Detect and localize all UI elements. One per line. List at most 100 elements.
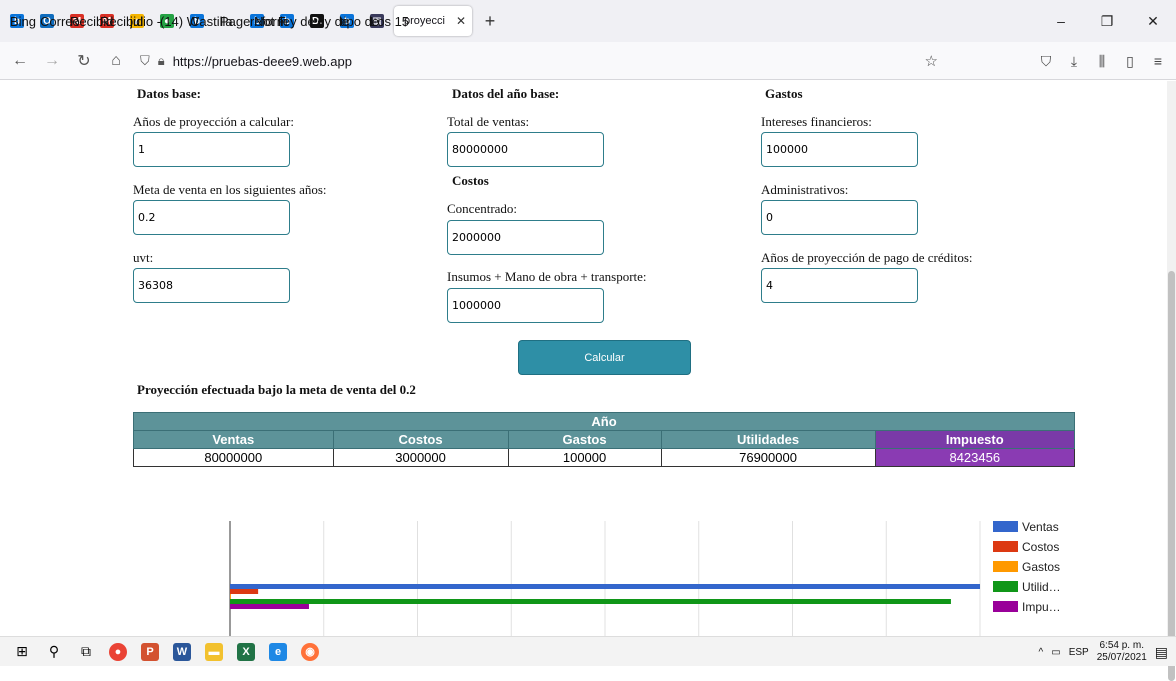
search-icon[interactable]: ⚲: [38, 637, 70, 667]
browser-tab[interactable]: b Bing: [0, 6, 37, 36]
tab-label: tipo de: [340, 13, 380, 29]
powerpoint-icon[interactable]: P: [134, 637, 166, 667]
projection-title: Proyección efectuada bajo la meta de ven…: [137, 382, 416, 397]
new-tab-icon[interactable]: +: [476, 11, 504, 32]
maximize-button[interactable]: ❐: [1084, 13, 1130, 30]
browser-nav-bar: ← → ↻ ⌂ ⛉ 🔒︎ https://pruebas-deee9.web.a…: [0, 42, 1176, 80]
insumos-label: Insumos + Mano de obra + transporte:: [447, 269, 647, 284]
gastos-heading: Gastos: [765, 86, 803, 101]
col-header-gastos: Gastos: [507, 430, 662, 449]
admin-input[interactable]: 0: [761, 200, 918, 235]
legend-label: Impu…: [1022, 600, 1061, 614]
page-scrollbar[interactable]: [1167, 81, 1176, 681]
bookmark-star-icon[interactable]: ☆: [925, 52, 938, 70]
notifications-icon[interactable]: ▤: [1155, 644, 1168, 661]
forward-icon[interactable]: →: [40, 52, 64, 70]
legend-label: Costos: [1022, 540, 1059, 554]
back-icon[interactable]: ←: [8, 52, 32, 70]
cell-utilidades: 76900000: [660, 448, 876, 467]
tab-label: Recibid: [100, 13, 144, 29]
word-icon[interactable]: W: [166, 637, 198, 667]
col-header-costos: Costos: [332, 430, 509, 449]
windows-taskbar: ⊞ ⚲ ⧉ ● P W ▬ X e ◉ ^ ▭ ESP 6:54 p. m. 2…: [0, 636, 1176, 666]
credit-years-input[interactable]: 4: [761, 268, 918, 303]
chrome-icon[interactable]: ●: [102, 637, 134, 667]
legend-label: Ventas: [1022, 520, 1059, 534]
shield-icon: ⛉: [140, 53, 150, 68]
years-projection-input[interactable]: 1: [133, 132, 290, 167]
costos-heading: Costos: [452, 173, 489, 188]
projection-bar-chart: Ventas Costos Gastos Utilid… Impu…: [229, 520, 1061, 636]
interest-input[interactable]: 100000: [761, 132, 918, 167]
excel-icon[interactable]: X: [230, 637, 262, 667]
base-year-heading: Datos del año base:: [452, 86, 560, 101]
col-header-ventas: Ventas: [133, 430, 334, 449]
tab-label: Los 15: [370, 13, 410, 29]
tab-label: Ley de: [310, 13, 350, 29]
language-indicator[interactable]: ESP: [1069, 647, 1089, 658]
download-icon[interactable]: ⤓: [1060, 53, 1088, 70]
legend-swatch: [993, 581, 1018, 592]
tab-label: Recibid: [70, 13, 114, 29]
col-header-utilidades: Utilidades: [660, 430, 876, 449]
legend-swatch: [993, 541, 1018, 552]
datos-base-heading: Datos base:: [137, 86, 201, 101]
close-window-button[interactable]: ✕: [1130, 13, 1176, 30]
windows-start-icon[interactable]: ⊞: [6, 637, 38, 667]
network-icon[interactable]: ▭: [1051, 647, 1060, 658]
legend-label: Utilid…: [1022, 580, 1061, 594]
interest-label: Intereses financieros:: [761, 114, 872, 129]
library-icon[interactable]: ⫼: [1088, 53, 1116, 70]
tab-label: proyecci: [404, 15, 445, 27]
cell-ventas: 80000000: [133, 448, 334, 467]
concentrado-input[interactable]: 2000000: [447, 220, 604, 255]
bar-1[interactable]: [230, 589, 259, 594]
lock-icon: 🔒︎: [157, 53, 165, 68]
firefox-icon[interactable]: ◉: [294, 637, 326, 667]
tab-label: (14) W: [160, 13, 199, 29]
tab-label: Castilla: [190, 13, 233, 29]
sidebar-icon[interactable]: ▯: [1116, 53, 1144, 70]
clock-date: 25/07/2021: [1096, 652, 1147, 663]
cell-impuesto: 8423456: [874, 448, 1076, 467]
reload-icon[interactable]: ↻: [72, 51, 96, 71]
task-view-icon[interactable]: ⧉: [70, 637, 102, 667]
minimize-button[interactable]: –: [1038, 13, 1084, 29]
tab-label: Page Not F: [220, 13, 286, 29]
menu-icon[interactable]: ≡: [1144, 53, 1172, 69]
bar-3[interactable]: [230, 599, 951, 604]
pocket-icon[interactable]: ⛉: [1032, 53, 1060, 70]
admin-label: Administrativos:: [761, 182, 849, 197]
window-controls: – ❐ ✕: [1038, 0, 1176, 42]
edge-icon[interactable]: e: [262, 637, 294, 667]
browser-tab-bar: b Bing O Correo M Recibid M Recibid ▲ julio - ● (14…: [0, 0, 1176, 42]
file-explorer-icon[interactable]: ▬: [198, 637, 230, 667]
bar-4[interactable]: [230, 604, 309, 609]
legend-swatch: [993, 601, 1018, 612]
table-row: 80000000 3000000 100000 76900000 8423456: [133, 448, 1076, 467]
total-sales-input[interactable]: 80000000: [447, 132, 604, 167]
bar-0[interactable]: [230, 584, 980, 589]
legend-swatch: [993, 521, 1018, 532]
scrollbar-thumb[interactable]: [1168, 271, 1175, 681]
system-tray: ^ ▭ ESP 6:54 p. m. 25/07/2021 ▤: [1039, 637, 1168, 667]
calculate-button[interactable]: Calcular: [518, 340, 691, 375]
tab-label: julio -: [130, 13, 162, 29]
clock[interactable]: 6:54 p. m. 25/07/2021: [1097, 640, 1147, 664]
sales-goal-input[interactable]: 0.2: [133, 200, 290, 235]
clock-time: 6:54 p. m.: [1099, 640, 1144, 651]
bar-2[interactable]: [230, 594, 231, 599]
home-icon[interactable]: ⌂: [104, 52, 128, 70]
page-content: Datos base: Años de proyección a calcula…: [0, 81, 1176, 636]
close-tab-icon[interactable]: ✕: [456, 14, 466, 28]
url-bar[interactable]: ⛉ 🔒︎ https://pruebas-deee9.web.app ☆: [130, 47, 948, 75]
tab-label: ley de f: [280, 13, 322, 29]
tab-label: Correo: [40, 13, 80, 29]
tab-label: Bing: [10, 13, 37, 29]
results-table: Año Ventas Costos Gastos Utilidades Impu…: [133, 412, 1076, 467]
insumos-input[interactable]: 1000000: [447, 288, 604, 323]
tray-chevron-icon[interactable]: ^: [1039, 647, 1044, 658]
concentrado-label: Concentrado:: [447, 201, 518, 216]
cell-gastos: 100000: [507, 448, 662, 467]
uvt-input[interactable]: 36308: [133, 268, 290, 303]
